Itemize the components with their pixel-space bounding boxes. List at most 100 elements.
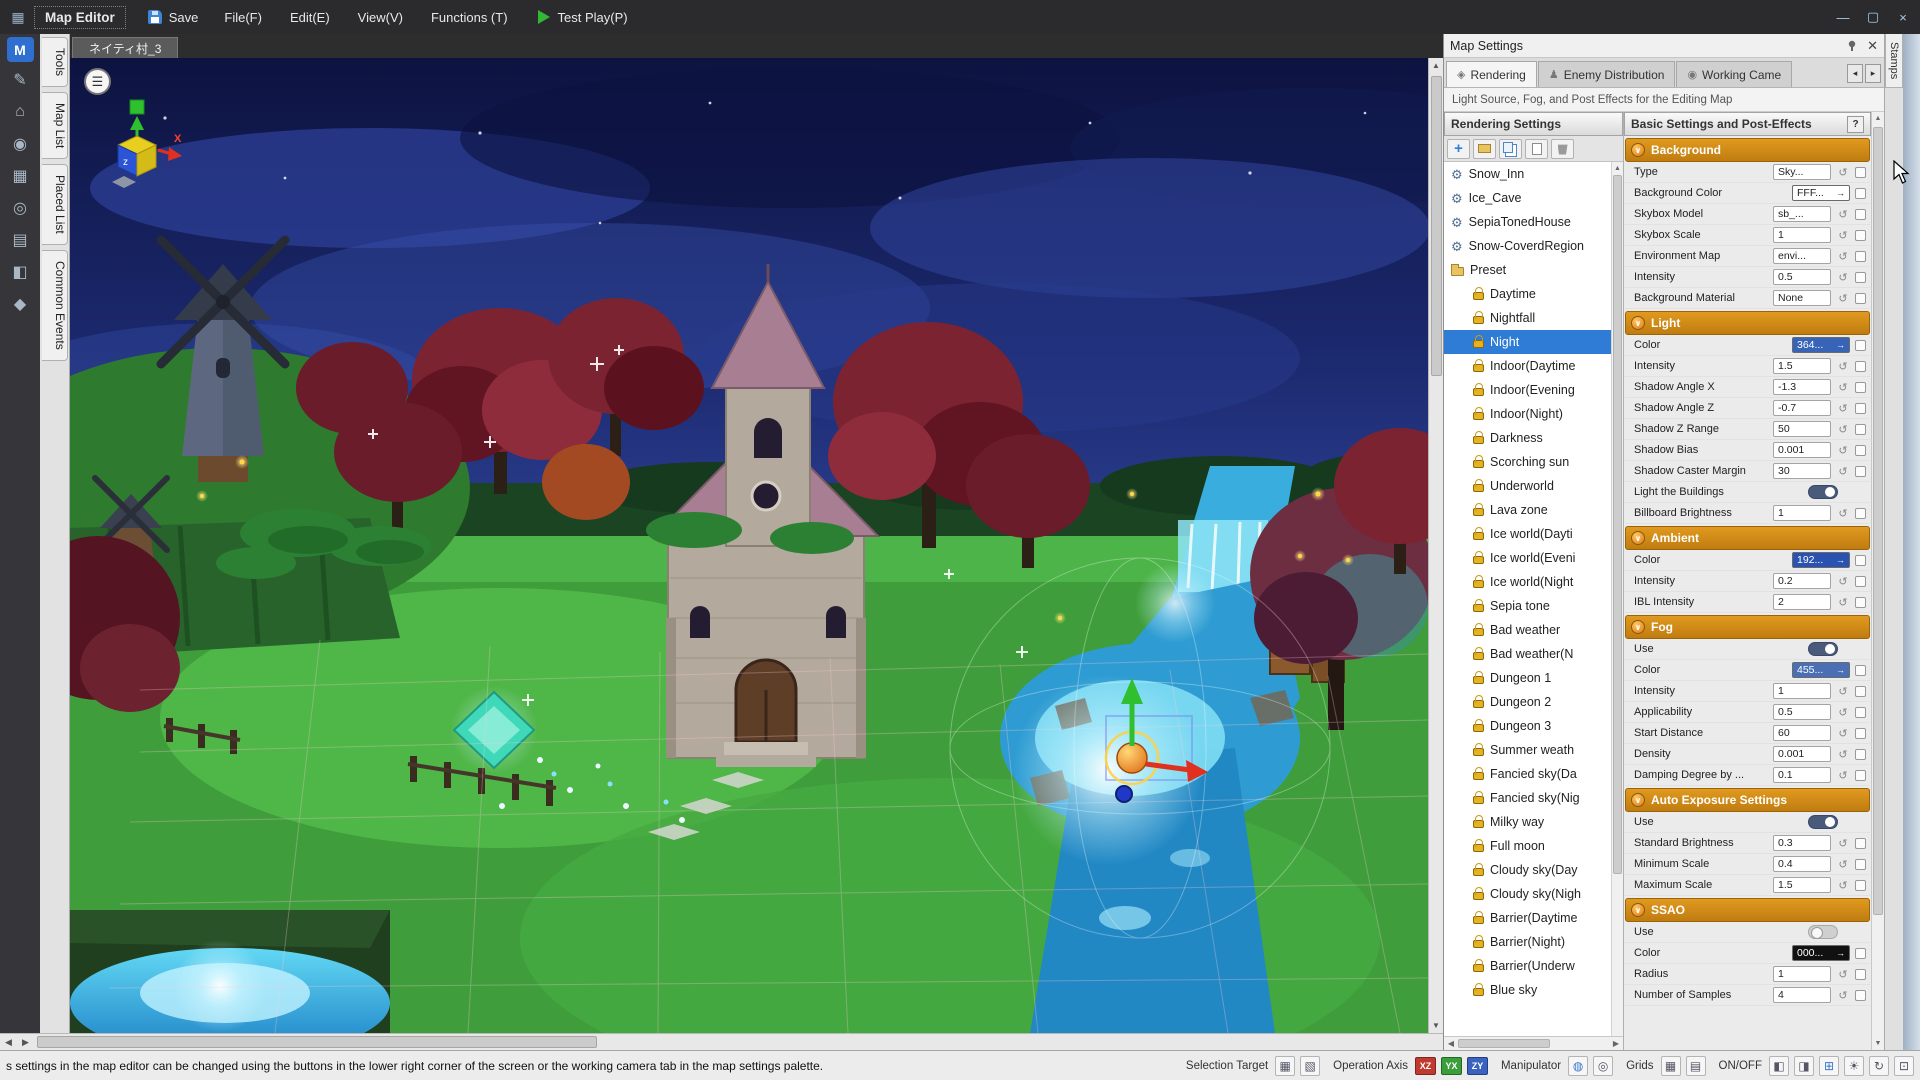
- snap-icon[interactable]: ⊞: [1819, 1055, 1839, 1076]
- help-button[interactable]: ?: [1847, 115, 1864, 133]
- reset-icon[interactable]: ↺: [1836, 685, 1850, 698]
- checkbox[interactable]: [1855, 271, 1866, 283]
- checkbox[interactable]: [1855, 465, 1866, 477]
- axis-zy-button[interactable]: ZY: [1466, 1056, 1488, 1075]
- viewport-vertical-scrollbar[interactable]: ▲ ▼: [1428, 58, 1443, 1033]
- reset-icon[interactable]: ↺: [1836, 360, 1850, 373]
- list-item-bad-weather-n[interactable]: Bad weather(N: [1444, 642, 1611, 666]
- selection-object-icon[interactable]: ▧: [1300, 1055, 1321, 1076]
- toggle-light-the-buildings[interactable]: [1808, 485, 1838, 499]
- checkbox[interactable]: [1855, 187, 1866, 199]
- scene-canvas[interactable]: ☰ z X: [70, 58, 1428, 1033]
- reset-icon[interactable]: ↺: [1836, 596, 1850, 609]
- test-play-button[interactable]: Test Play(P): [522, 0, 644, 34]
- rail-icon[interactable]: ▤: [1685, 1055, 1706, 1076]
- list-item-sepiatonedhouse[interactable]: ⚙ SepiaTonedHouse: [1444, 210, 1611, 234]
- checkbox[interactable]: [1855, 748, 1866, 760]
- reset-icon[interactable]: ↺: [1836, 423, 1850, 436]
- maximize-button[interactable]: ▢: [1858, 3, 1888, 31]
- checkbox[interactable]: [1855, 292, 1866, 304]
- reset-icon[interactable]: ↺: [1836, 507, 1850, 520]
- reset-icon[interactable]: ↺: [1836, 769, 1850, 782]
- app-menu-icon[interactable]: ▦: [6, 5, 30, 29]
- list-item-dungeon-3[interactable]: Dungeon 3: [1444, 714, 1611, 738]
- checkbox[interactable]: [1855, 229, 1866, 241]
- list-item-cloudy-sky-nigh[interactable]: Cloudy sky(Nigh: [1444, 882, 1611, 906]
- tabs-scroll-left-icon[interactable]: ◂: [1847, 64, 1863, 83]
- value-field-ibl-intensity[interactable]: 2: [1773, 594, 1831, 610]
- reset-icon[interactable]: ↺: [1836, 879, 1850, 892]
- value-field-shadow-caster-margin[interactable]: 30: [1773, 463, 1831, 479]
- props-scroll-up-icon[interactable]: ▲: [1872, 112, 1884, 125]
- building-tool-icon[interactable]: ⌂: [4, 97, 36, 126]
- checkbox[interactable]: [1855, 339, 1866, 351]
- light-icon[interactable]: ☀: [1844, 1055, 1864, 1076]
- reset-icon[interactable]: ↺: [1836, 465, 1850, 478]
- value-field-intensity[interactable]: 0.2: [1773, 573, 1831, 589]
- tile-tool-icon[interactable]: ▦: [4, 161, 36, 190]
- list-item-barrier-daytime[interactable]: Barrier(Daytime: [1444, 906, 1611, 930]
- props-scroll-down-icon[interactable]: ▼: [1872, 1037, 1884, 1050]
- decoration-tool-icon[interactable]: ◆: [4, 289, 36, 318]
- checkbox[interactable]: [1855, 596, 1866, 608]
- list-item-nightfall[interactable]: Nightfall: [1444, 306, 1611, 330]
- value-field-environment-map[interactable]: envi...: [1773, 248, 1831, 264]
- reset-icon[interactable]: ↺: [1836, 727, 1850, 740]
- list-item-fancied-sky-da[interactable]: Fancied sky(Da: [1444, 762, 1611, 786]
- reset-icon[interactable]: ↺: [1836, 208, 1850, 221]
- axis-yx-button[interactable]: YX: [1440, 1056, 1462, 1075]
- checkbox[interactable]: [1855, 575, 1866, 587]
- toggle-use[interactable]: [1808, 815, 1838, 829]
- axis-xz-button[interactable]: XZ: [1414, 1056, 1436, 1075]
- list-item-lava-zone[interactable]: Lava zone: [1444, 498, 1611, 522]
- menu-file-f[interactable]: File(F): [210, 0, 276, 34]
- value-field-intensity[interactable]: 1: [1773, 683, 1831, 699]
- checkbox[interactable]: [1855, 947, 1866, 959]
- value-field-radius[interactable]: 1: [1773, 966, 1831, 982]
- list-item-barrier-night[interactable]: Barrier(Night): [1444, 930, 1611, 954]
- fill-tool-icon[interactable]: ◧: [4, 257, 36, 286]
- globe-icon[interactable]: ◍: [1568, 1055, 1589, 1076]
- vertical-scroll-thumb[interactable]: [1431, 76, 1442, 376]
- side-tab-placed-list[interactable]: Placed List: [42, 164, 68, 246]
- tab-rendering[interactable]: ◈ Rendering: [1446, 61, 1537, 87]
- display-icon[interactable]: ⊡: [1894, 1055, 1914, 1076]
- list-item-sepia-tone[interactable]: Sepia tone: [1444, 594, 1611, 618]
- value-field-type[interactable]: Sky...: [1773, 164, 1831, 180]
- value-field-applicability[interactable]: 0.5: [1773, 704, 1831, 720]
- checkbox[interactable]: [1855, 166, 1866, 178]
- list-item-scorching-sun[interactable]: Scorching sun: [1444, 450, 1611, 474]
- checkbox[interactable]: [1855, 402, 1866, 414]
- value-field-number-of-samples[interactable]: 4: [1773, 987, 1831, 1003]
- toggle-right-icon[interactable]: ◨: [1794, 1055, 1814, 1076]
- checkbox[interactable]: [1855, 858, 1866, 870]
- checkbox[interactable]: [1855, 423, 1866, 435]
- save-button[interactable]: Save: [136, 0, 211, 34]
- section-header-ssao[interactable]: ∨ SSAO: [1625, 898, 1870, 922]
- section-header-ambient[interactable]: ∨ Ambient: [1625, 526, 1870, 550]
- list-scroll-thumb[interactable]: [1613, 175, 1622, 875]
- reset-icon[interactable]: ↺: [1836, 229, 1850, 242]
- menu-edit-e[interactable]: Edit(E): [276, 0, 344, 34]
- toggle-use[interactable]: [1808, 925, 1838, 939]
- selection-grid-icon[interactable]: ▦: [1275, 1055, 1296, 1076]
- reset-icon[interactable]: ↺: [1836, 271, 1850, 284]
- tab-enemy-distribution[interactable]: ♟ Enemy Distribution: [1537, 61, 1676, 87]
- checkbox[interactable]: [1855, 664, 1866, 676]
- scroll-right-icon[interactable]: ▶: [17, 1034, 34, 1050]
- side-tab-map-list[interactable]: Map List: [42, 92, 68, 160]
- reset-icon[interactable]: ↺: [1836, 166, 1850, 179]
- delete-setting-button[interactable]: [1551, 138, 1574, 159]
- checkbox[interactable]: [1855, 769, 1866, 781]
- layer-tool-icon[interactable]: ▤: [4, 225, 36, 254]
- export-setting-button[interactable]: [1525, 138, 1548, 159]
- side-tab-common-events[interactable]: Common Events: [42, 250, 68, 361]
- scroll-left-icon[interactable]: ◀: [0, 1034, 17, 1050]
- reset-icon[interactable]: ↺: [1836, 837, 1850, 850]
- list-item-bad-weather[interactable]: Bad weather: [1444, 618, 1611, 642]
- list-item-blue-sky[interactable]: Blue sky: [1444, 978, 1611, 1002]
- side-tab-tools[interactable]: Tools: [42, 37, 68, 88]
- axis-gizmo[interactable]: z X: [90, 98, 190, 198]
- scroll-down-icon[interactable]: ▼: [1429, 1018, 1443, 1033]
- toggle-use[interactable]: [1808, 642, 1838, 656]
